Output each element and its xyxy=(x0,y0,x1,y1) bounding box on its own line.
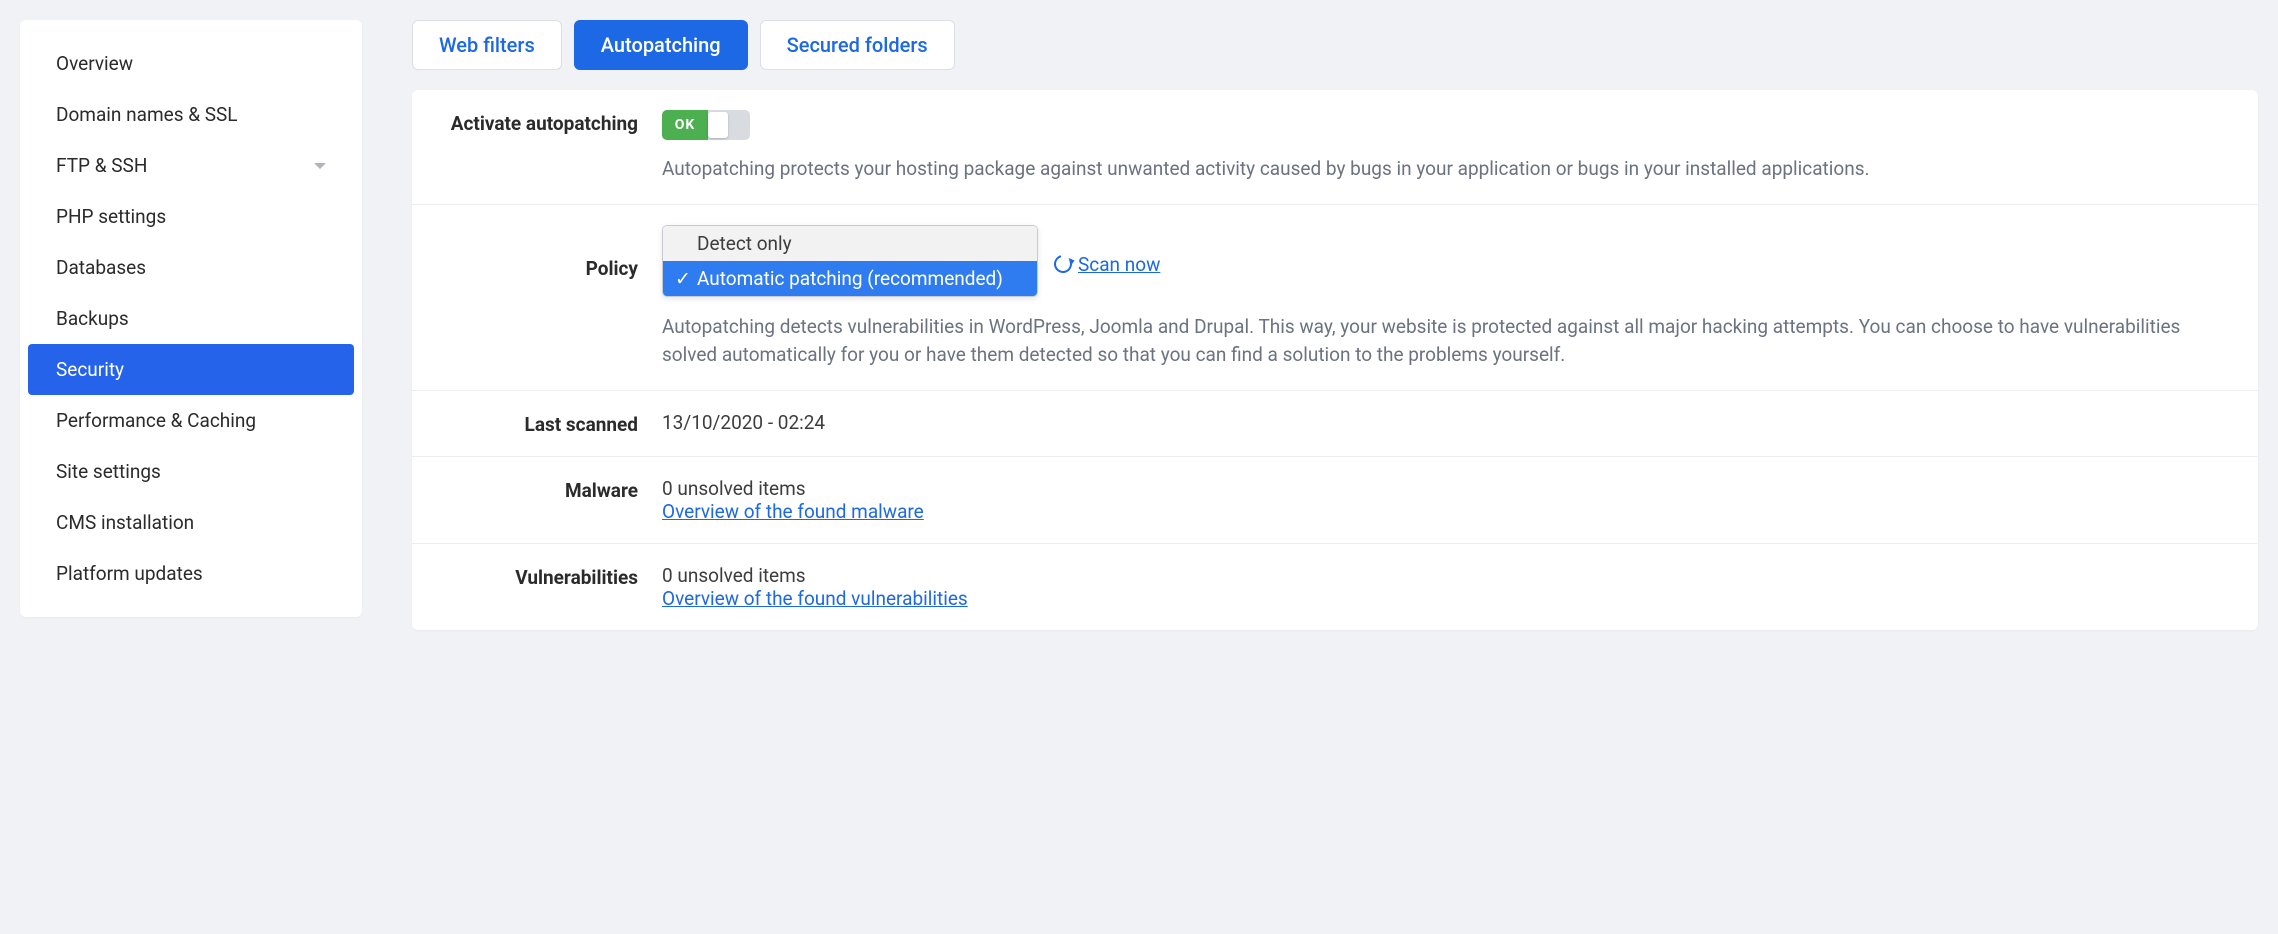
sidebar-item-php-settings[interactable]: PHP settings xyxy=(28,191,354,242)
scan-now-link[interactable]: Scan now xyxy=(1078,253,1160,276)
vulnerabilities-label: Vulnerabilities xyxy=(448,564,638,589)
sidebar-item-label: CMS installation xyxy=(56,511,194,534)
tabs-bar: Web filters Autopatching Secured folders xyxy=(412,20,2258,70)
sidebar-item-cms-installation[interactable]: CMS installation xyxy=(28,497,354,548)
malware-content: 0 unsolved items Overview of the found m… xyxy=(662,477,2222,523)
row-malware: Malware 0 unsolved items Overview of the… xyxy=(412,457,2258,544)
activate-label: Activate autopatching xyxy=(448,110,638,135)
tab-autopatching[interactable]: Autopatching xyxy=(574,20,748,70)
sidebar-item-ftp-ssh[interactable]: FTP & SSH xyxy=(28,140,354,191)
sidebar-item-databases[interactable]: Databases xyxy=(28,242,354,293)
settings-panel: Activate autopatching OK Autopatching pr… xyxy=(412,90,2258,630)
policy-dropdown-wrap: Detect only Automatic patching (recommen… xyxy=(662,225,1038,297)
sidebar-item-security[interactable]: Security xyxy=(28,344,354,395)
sidebar-item-label: Overview xyxy=(56,52,133,75)
vulnerabilities-value: 0 unsolved items xyxy=(662,564,2222,587)
malware-label: Malware xyxy=(448,477,638,502)
sidebar-item-label: Databases xyxy=(56,256,146,279)
sidebar-item-label: PHP settings xyxy=(56,205,166,228)
row-last-scanned: Last scanned 13/10/2020 - 02:24 xyxy=(412,391,2258,457)
malware-overview-link[interactable]: Overview of the found malware xyxy=(662,500,924,523)
activate-toggle[interactable]: OK xyxy=(662,110,750,140)
main-content: Web filters Autopatching Secured folders… xyxy=(412,20,2258,630)
policy-dropdown[interactable]: Detect only Automatic patching (recommen… xyxy=(662,225,1038,297)
activate-content: OK Autopatching protects your hosting pa… xyxy=(662,110,2222,184)
tab-secured-folders[interactable]: Secured folders xyxy=(760,20,955,70)
sidebar-item-label: Platform updates xyxy=(56,562,203,585)
sidebar-item-domain-names-ssl[interactable]: Domain names & SSL xyxy=(28,89,354,140)
sidebar-item-backups[interactable]: Backups xyxy=(28,293,354,344)
policy-option-automatic-patching[interactable]: Automatic patching (recommended) xyxy=(663,261,1037,296)
activate-description: Autopatching protects your hosting packa… xyxy=(662,155,2222,184)
sidebar-nav: Overview Domain names & SSL FTP & SSH PH… xyxy=(20,20,362,617)
row-activate: Activate autopatching OK Autopatching pr… xyxy=(412,90,2258,205)
policy-option-detect-only[interactable]: Detect only xyxy=(663,226,1037,261)
policy-content: Detect only Automatic patching (recommen… xyxy=(662,225,2222,370)
chevron-down-icon xyxy=(314,163,326,169)
vulnerabilities-content: 0 unsolved items Overview of the found v… xyxy=(662,564,2222,610)
tab-web-filters[interactable]: Web filters xyxy=(412,20,562,70)
last-scanned-label: Last scanned xyxy=(448,411,638,436)
sidebar-item-label: Site settings xyxy=(56,460,161,483)
row-vulnerabilities: Vulnerabilities 0 unsolved items Overvie… xyxy=(412,544,2258,630)
sidebar-item-label: Domain names & SSL xyxy=(56,103,238,126)
refresh-icon xyxy=(1051,252,1076,277)
malware-value: 0 unsolved items xyxy=(662,477,2222,500)
page-container: Overview Domain names & SSL FTP & SSH PH… xyxy=(20,20,2258,630)
toggle-on-label: OK xyxy=(662,110,708,140)
sidebar-item-label: FTP & SSH xyxy=(56,154,147,177)
sidebar-item-label: Performance & Caching xyxy=(56,409,256,432)
vulnerabilities-overview-link[interactable]: Overview of the found vulnerabilities xyxy=(662,587,968,610)
row-policy: Policy Detect only Automatic patching (r… xyxy=(412,205,2258,391)
policy-description: Autopatching detects vulnerabilities in … xyxy=(662,313,2222,370)
sidebar-item-performance-caching[interactable]: Performance & Caching xyxy=(28,395,354,446)
sidebar-item-site-settings[interactable]: Site settings xyxy=(28,446,354,497)
sidebar-item-label: Backups xyxy=(56,307,129,330)
policy-label: Policy xyxy=(448,225,638,280)
sidebar-item-platform-updates[interactable]: Platform updates xyxy=(28,548,354,599)
sidebar-item-label: Security xyxy=(56,358,124,381)
sidebar-item-overview[interactable]: Overview xyxy=(28,38,354,89)
scan-now-wrap: Scan now xyxy=(1054,253,1160,276)
toggle-knob xyxy=(708,112,728,138)
last-scanned-value: 13/10/2020 - 02:24 xyxy=(662,411,2222,434)
